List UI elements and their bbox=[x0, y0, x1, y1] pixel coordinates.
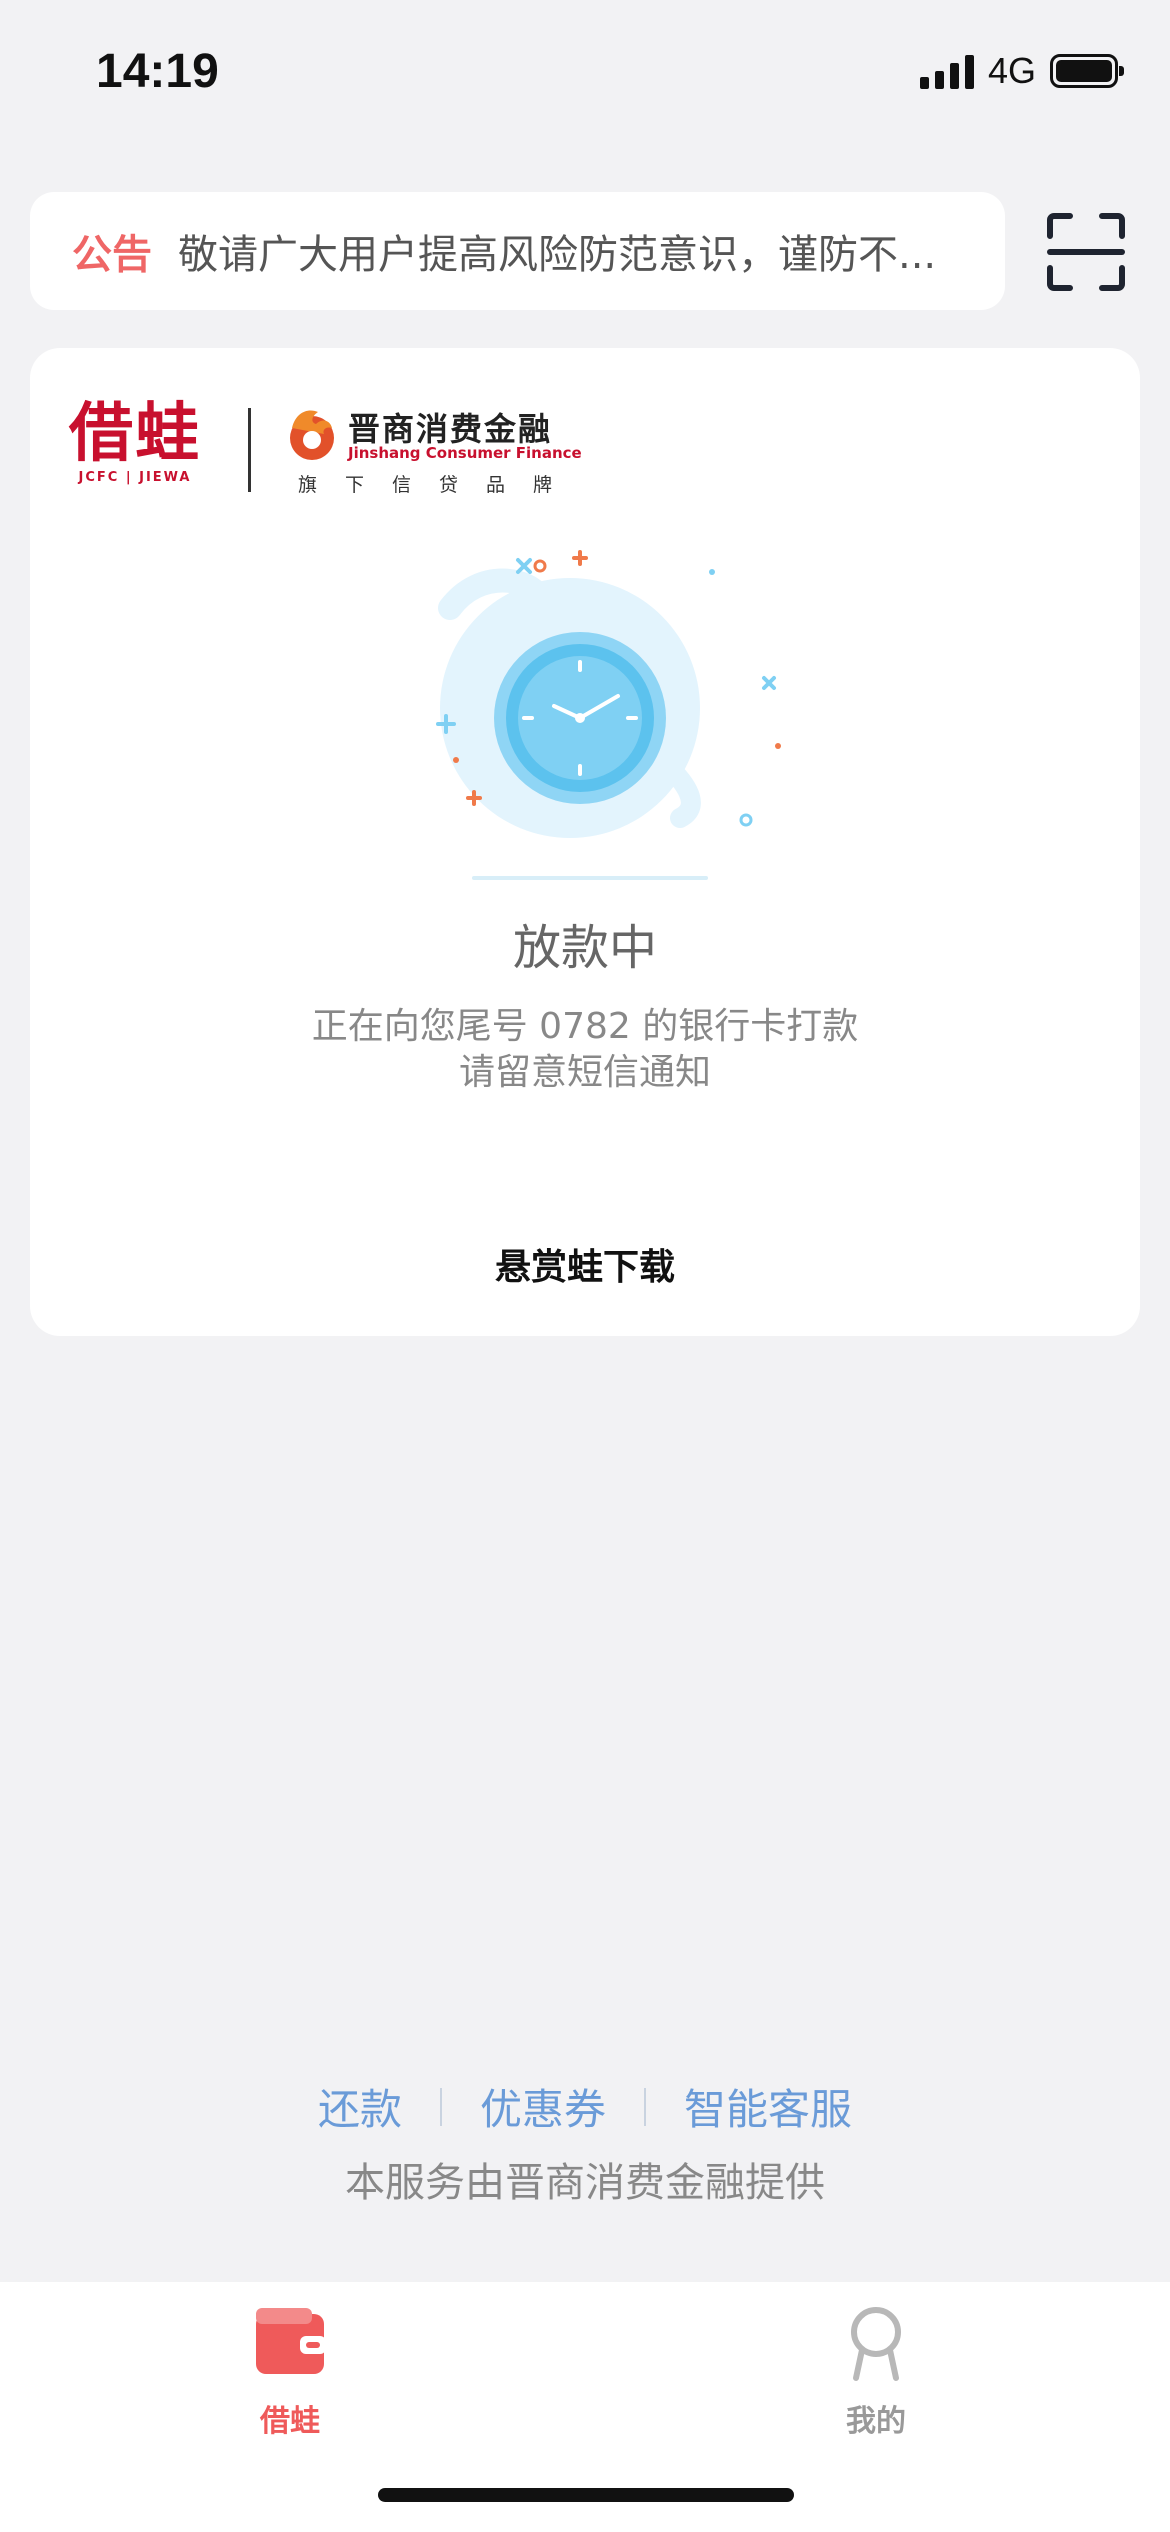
battery-icon bbox=[1050, 54, 1124, 88]
repay-link[interactable]: 还款 bbox=[280, 2076, 440, 2137]
signal-icon bbox=[919, 53, 974, 89]
notice-bar[interactable]: 公告 敬请广大用户提高风险防范意识，谨防不... bbox=[30, 192, 1005, 310]
service-provider-note: 本服务由晋商消费金融提供 bbox=[345, 2160, 825, 2206]
partner-logo: 晋商消费金融 Jinshang Consumer Finance 旗下信贷品牌 bbox=[282, 398, 602, 498]
tab-borrow-label: 借蛙 bbox=[260, 2404, 320, 2439]
reward-download-link[interactable]: 悬赏蛙下载 bbox=[30, 1238, 1140, 1290]
brand-name: 借蛙 bbox=[69, 397, 201, 471]
loan-status-card: 借蛙 JCFC | JIEWA 晋商消费金融 Jinshang Consumer… bbox=[30, 348, 1140, 1336]
loan-status-desc-line1: 正在向您尾号 0782 的银行卡打款 bbox=[311, 1006, 859, 1047]
tab-mine[interactable]: 我的 bbox=[776, 2302, 976, 2440]
scan-icon[interactable] bbox=[1046, 212, 1126, 292]
clock-icon bbox=[436, 550, 781, 880]
jiewa-logo: 借蛙 JCFC | JIEWA bbox=[60, 398, 210, 498]
brand-divider bbox=[248, 408, 251, 492]
loan-status-desc: 正在向您尾号 0782 的银行卡打款 请留意短信通知 bbox=[30, 1004, 1140, 1096]
status-icons: 4G bbox=[919, 50, 1124, 92]
loan-status-desc-line2: 请留意短信通知 bbox=[458, 1052, 711, 1093]
loan-status-title: 放款中 bbox=[512, 920, 657, 976]
coupon-link[interactable]: 优惠券 bbox=[442, 2076, 644, 2137]
tab-borrow[interactable]: 借蛙 bbox=[190, 2302, 390, 2440]
notice-text: 敬请广大用户提高风险防范意识，谨防不... bbox=[178, 232, 937, 278]
brand-logo: 借蛙 JCFC | JIEWA 晋商消费金融 Jinshang Consumer… bbox=[60, 398, 590, 498]
network-label: 4G bbox=[987, 50, 1036, 91]
customer-service-link[interactable]: 智能客服 bbox=[646, 2076, 890, 2137]
partner-tag: 旗下信贷品牌 bbox=[298, 474, 581, 496]
tab-mine-label: 我的 bbox=[846, 2404, 906, 2439]
footer-links: 还款 优惠券 智能客服 bbox=[0, 2076, 1170, 2137]
partner-name-en: Jinshang Consumer Finance bbox=[348, 444, 582, 462]
status-time: 14:19 bbox=[96, 45, 219, 98]
notice-tag: 公告 bbox=[72, 232, 152, 278]
brand-sub: JCFC | JIEWA bbox=[78, 470, 192, 485]
wallet-icon bbox=[256, 2308, 326, 2374]
app-screen: 14:19 4G 公告 敬请广大用户提高风险防范意识，谨防不... 借蛙 JCF… bbox=[0, 0, 1170, 2532]
profile-icon bbox=[851, 2307, 901, 2381]
flame-icon bbox=[290, 410, 334, 460]
status-bar: 14:19 4G bbox=[0, 0, 1170, 140]
home-indicator bbox=[378, 2488, 794, 2502]
